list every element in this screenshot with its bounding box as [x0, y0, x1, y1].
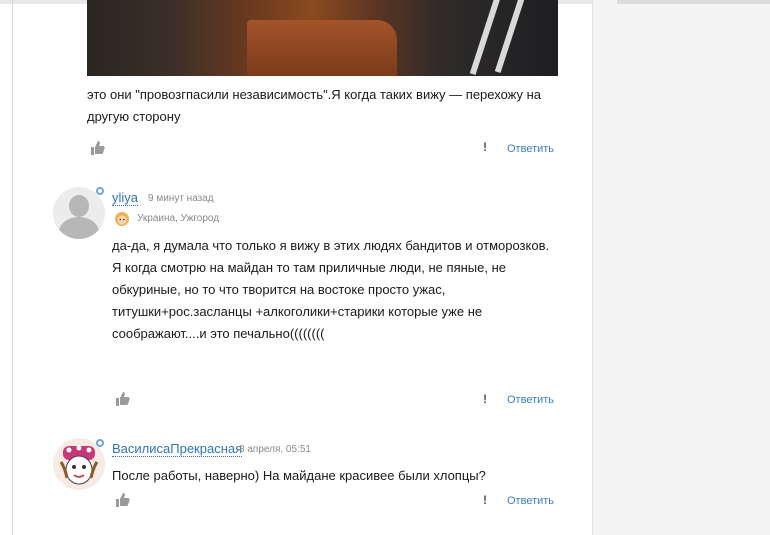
thumbs-up-icon[interactable] [114, 492, 130, 508]
avatar-placeholder-body [59, 217, 99, 239]
thumbs-up-icon[interactable] [89, 140, 105, 156]
online-status-icon [96, 187, 104, 195]
left-divider [12, 0, 13, 535]
post-text: это они "провозгпасили независимость".Я … [87, 87, 542, 124]
comment-reply-button[interactable]: Ответить [507, 394, 554, 406]
comment-text: да-да, я думала что только я вижу в этих… [112, 238, 550, 341]
post-reply-button[interactable]: Ответить [507, 143, 554, 155]
photo-content [247, 20, 397, 76]
report-icon[interactable]: ! [483, 140, 487, 154]
right-sidebar [592, 0, 770, 535]
sidebar-top-strip [617, 0, 770, 4]
comment-text: После работы, наверно) На майдане красив… [112, 468, 486, 483]
comment-time: 9 минут назад [148, 193, 214, 204]
comment-author[interactable]: ВасилисаПрекрасная [112, 441, 243, 457]
comment-reply-button[interactable]: Ответить [507, 495, 554, 507]
photo-detail [469, 0, 501, 75]
post-photo[interactable] [87, 0, 558, 76]
avatar-placeholder-head [69, 195, 89, 217]
comment-location: Украина, Ужгород [137, 213, 220, 224]
thumbs-up-icon[interactable] [114, 391, 130, 407]
report-icon[interactable]: ! [483, 493, 487, 507]
comment-time: 8 апреля, 05:51 [239, 444, 311, 455]
report-icon[interactable]: ! [483, 392, 487, 406]
user-badge-icon [115, 212, 129, 226]
online-status-icon [96, 439, 104, 447]
comment-author[interactable]: yliya [112, 190, 139, 206]
photo-detail [494, 0, 526, 73]
avatar[interactable] [53, 187, 105, 239]
